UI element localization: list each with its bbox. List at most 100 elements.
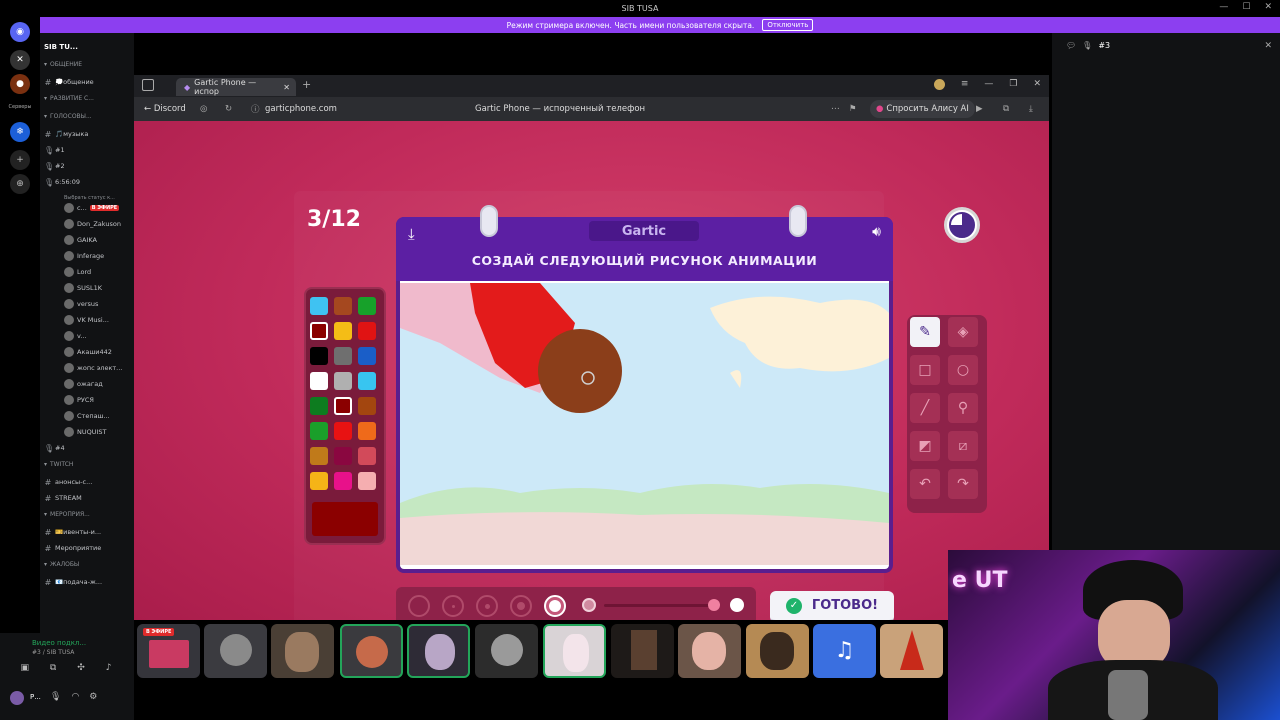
close-icon[interactable]: ✕: [1033, 79, 1041, 90]
color-swatch[interactable]: [358, 447, 376, 465]
new-tab-icon[interactable]: +: [302, 78, 311, 91]
maximize-icon[interactable]: ☐: [1242, 2, 1250, 12]
reload-icon[interactable]: ↻: [225, 104, 232, 114]
channel-category[interactable]: ▾ ЖАЛОБЫ: [44, 557, 132, 571]
color-swatch[interactable]: [334, 397, 352, 415]
voice-user[interactable]: GAIKA: [64, 233, 132, 247]
server-icon[interactable]: ●: [10, 74, 30, 94]
undo-icon[interactable]: ↶: [910, 469, 940, 499]
color-swatch[interactable]: [310, 422, 328, 440]
voice-user[interactable]: VK Musi...: [64, 313, 132, 327]
minimize-icon[interactable]: —: [984, 79, 993, 90]
opacity-slider-thumb[interactable]: [708, 599, 720, 611]
color-swatch[interactable]: [310, 297, 328, 315]
close-panel-icon[interactable]: ✕: [1264, 41, 1272, 51]
channel-item[interactable]: # анонсы-с...: [44, 475, 132, 489]
participant-tile-stream[interactable]: В ЭФИРЕ: [137, 624, 200, 678]
drawing-canvas[interactable]: [400, 283, 889, 565]
participant-tile[interactable]: [204, 624, 267, 678]
voice-user[interactable]: versus: [64, 297, 132, 311]
brush-size-2[interactable]: [442, 595, 464, 617]
voice-user[interactable]: ожагад: [64, 377, 132, 391]
disable-streamer-mode-button[interactable]: Отключить: [762, 19, 814, 31]
camera-icon[interactable]: ▣: [20, 663, 29, 679]
color-swatch[interactable]: [334, 322, 352, 340]
color-swatch[interactable]: [334, 447, 352, 465]
discord-home-icon[interactable]: ◉: [10, 22, 30, 42]
more-icon[interactable]: ⋯: [831, 104, 840, 114]
brush-size-3[interactable]: [476, 595, 498, 617]
browser-tab[interactable]: ◆ Gartic Phone — испор ✕: [176, 78, 296, 96]
channel-item[interactable]: 🎙︎ #4: [44, 441, 132, 455]
participant-tile[interactable]: [678, 624, 741, 678]
channel-category[interactable]: ▾ ГОЛОСОВЫ...: [44, 109, 132, 123]
voice-user[interactable]: с... В ЭФИРЕ: [64, 201, 132, 215]
back-button[interactable]: ← Discord: [144, 104, 186, 114]
channel-category[interactable]: ▾ МЕРОПРИЯ...: [44, 507, 132, 521]
participant-tile[interactable]: [880, 624, 943, 678]
color-swatch[interactable]: [310, 397, 328, 415]
color-swatch[interactable]: [310, 322, 328, 340]
voice-user[interactable]: Акаши442: [64, 345, 132, 359]
color-swatch[interactable]: [310, 347, 328, 365]
voice-user[interactable]: v...: [64, 329, 132, 343]
participant-tile[interactable]: [746, 624, 809, 678]
voice-user[interactable]: жопс элект...: [64, 361, 132, 375]
server-name[interactable]: SIB TU...: [44, 40, 132, 54]
color-swatch[interactable]: [310, 372, 328, 390]
headset-icon[interactable]: ◠: [71, 692, 79, 702]
collections-icon[interactable]: ⧉: [1003, 104, 1009, 114]
pen-tool-icon[interactable]: ✎: [910, 317, 940, 347]
color-swatch[interactable]: [358, 397, 376, 415]
color-swatch[interactable]: [310, 472, 328, 490]
participant-tile[interactable]: [407, 624, 470, 678]
participant-tile[interactable]: [543, 624, 606, 678]
channel-item[interactable]: # 🎵музыка: [44, 127, 132, 141]
rectangle-tool-icon[interactable]: □: [910, 355, 940, 385]
server-icon[interactable]: ✕: [10, 50, 30, 70]
video-icon[interactable]: ▶: [976, 104, 983, 114]
eyedropper-tool-icon[interactable]: ⚲: [948, 393, 978, 423]
participant-tile[interactable]: [475, 624, 538, 678]
avatar[interactable]: [10, 691, 24, 705]
channel-item[interactable]: # STREAM: [44, 491, 132, 505]
restore-icon[interactable]: ❐: [1009, 79, 1017, 90]
minimize-icon[interactable]: —: [1219, 2, 1228, 12]
color-swatch[interactable]: [358, 422, 376, 440]
ellipse-tool-icon[interactable]: ○: [948, 355, 978, 385]
color-swatch[interactable]: [358, 372, 376, 390]
site-info-icon[interactable]: ⓘ: [251, 103, 260, 115]
fill-tool-icon[interactable]: ◩: [910, 431, 940, 461]
voice-user[interactable]: РУСЯ: [64, 393, 132, 407]
brush-size-5[interactable]: [544, 595, 566, 617]
opacity-slider[interactable]: [604, 604, 714, 607]
sound-icon[interactable]: 🔊︎: [872, 224, 881, 240]
mic-icon[interactable]: 🎙︎: [50, 692, 61, 702]
explore-icon[interactable]: ⊕: [10, 174, 30, 194]
download-icon[interactable]: ⤓: [1029, 104, 1033, 114]
channel-category[interactable]: ▾ ОБЩЕНИЕ: [44, 57, 132, 71]
add-server-icon[interactable]: +: [10, 150, 30, 170]
voice-user[interactable]: Don_Zakuson: [64, 217, 132, 231]
channel-item[interactable]: # 📧подача-ж...: [44, 575, 132, 589]
color-swatch[interactable]: [358, 347, 376, 365]
voice-user[interactable]: Степаш...: [64, 409, 132, 423]
brush-size-1[interactable]: [408, 595, 430, 617]
color-swatch[interactable]: [358, 472, 376, 490]
brush-size-4[interactable]: [510, 595, 532, 617]
eraser-tool-icon[interactable]: ◈: [948, 317, 978, 347]
redo-icon[interactable]: ↷: [948, 469, 978, 499]
channel-item[interactable]: # 🎫ивенты-и...: [44, 525, 132, 539]
done-button[interactable]: ✓ ГОТОВО!: [770, 591, 894, 623]
voice-user[interactable]: Lord: [64, 265, 132, 279]
channel-category[interactable]: ▾ TWITCH: [44, 457, 132, 471]
participant-tile-vk-music[interactable]: ♫: [813, 624, 876, 678]
color-swatch[interactable]: [334, 422, 352, 440]
channel-item[interactable]: 🎙︎ #2: [44, 159, 132, 173]
voice-user[interactable]: Inferage: [64, 249, 132, 263]
activity-icon[interactable]: ✣: [77, 663, 85, 679]
channel-item[interactable]: 🎙︎ 6:56:09: [44, 175, 132, 189]
color-swatch[interactable]: [334, 472, 352, 490]
settings-gear-icon[interactable]: ⚙: [89, 692, 97, 702]
color-swatch[interactable]: [334, 347, 352, 365]
